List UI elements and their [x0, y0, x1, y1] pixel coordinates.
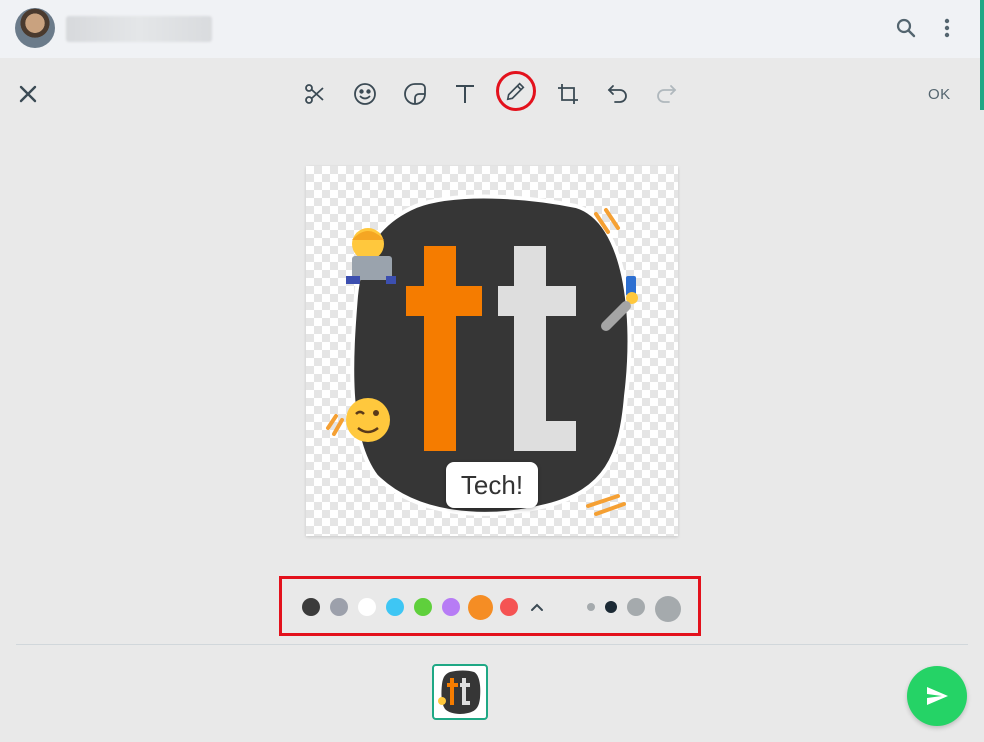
color-swatch-blue[interactable]	[386, 598, 404, 616]
search-icon[interactable]	[892, 14, 920, 42]
brush-size-medium-selected[interactable]	[605, 601, 617, 613]
edge-accent-strip	[980, 0, 984, 110]
contact-name-blurred	[66, 16, 212, 42]
undo-icon[interactable]	[599, 76, 635, 112]
color-swatch-orange-selected[interactable]	[468, 595, 493, 620]
footer-divider	[16, 644, 968, 645]
pencil-icon[interactable]	[496, 71, 536, 111]
sticker-text-label[interactable]: Tech!	[446, 462, 538, 508]
send-icon	[925, 684, 949, 708]
sticker-icon[interactable]	[397, 76, 433, 112]
color-swatch-dark[interactable]	[302, 598, 320, 616]
redo-icon[interactable]	[649, 76, 685, 112]
chevron-up-icon[interactable]	[529, 599, 547, 615]
crop-icon[interactable]	[550, 76, 586, 112]
send-button[interactable]	[907, 666, 967, 726]
color-swatch-gray[interactable]	[330, 598, 348, 616]
brush-size-large[interactable]	[627, 598, 645, 616]
brush-size-small[interactable]	[587, 603, 595, 611]
color-swatch-green[interactable]	[414, 598, 432, 616]
text-icon[interactable]	[447, 76, 483, 112]
brush-size-xlarge[interactable]	[655, 596, 681, 622]
chat-header	[0, 0, 980, 58]
avatar[interactable]	[15, 8, 55, 48]
menu-icon[interactable]	[933, 14, 961, 42]
ok-button[interactable]: OK	[928, 86, 951, 103]
close-icon[interactable]	[14, 80, 42, 108]
scissors-icon[interactable]	[297, 76, 333, 112]
color-swatch-red[interactable]	[500, 598, 518, 616]
color-swatch-white[interactable]	[358, 598, 376, 616]
media-thumbnail[interactable]	[432, 664, 488, 720]
emoji-icon[interactable]	[347, 76, 383, 112]
color-swatch-purple[interactable]	[442, 598, 460, 616]
